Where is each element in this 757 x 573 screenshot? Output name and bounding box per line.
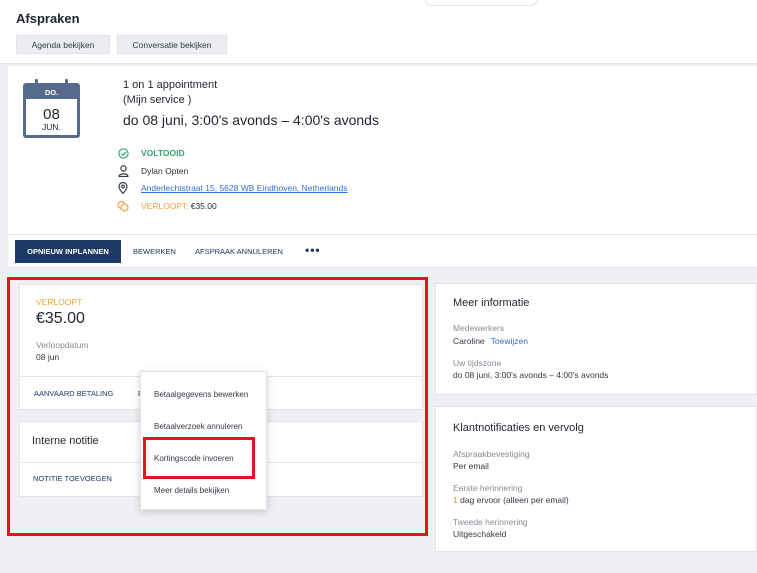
- first-reminder-value-row: 1 dag ervoor (alleen per email): [453, 495, 569, 505]
- menu-item-cancel-payment-request[interactable]: Betaalverzoek annuleren: [154, 422, 243, 431]
- first-reminder-value: dag ervoor (alleen per email): [457, 495, 569, 505]
- timezone-label: Uw tijdszone: [453, 358, 502, 368]
- edit-button[interactable]: BEWERKEN: [133, 247, 176, 256]
- second-reminder-label: Tweede herinnering: [453, 517, 528, 527]
- calendar-icon: DO. 08 JUN.: [23, 79, 80, 138]
- calendar-month: JUN.: [42, 122, 61, 132]
- more-info-card: Meer informatie Medewerkers Caroline Toew…: [435, 283, 757, 395]
- view-calendar-button[interactable]: Agenda bekijken: [16, 35, 110, 54]
- appointment-type: 1 on 1 appointment: [123, 79, 218, 91]
- confirmation-label: Afspraakbevestiging: [453, 449, 530, 459]
- menu-item-view-more-details[interactable]: Meer details bekijken: [154, 486, 229, 495]
- calendar-day: 08: [43, 106, 60, 123]
- cancel-appointment-button[interactable]: AFSPRAAK ANNULEREN: [195, 247, 283, 256]
- more-info-title: Meer informatie: [453, 297, 530, 309]
- assign-link[interactable]: Toewijzen: [491, 336, 528, 346]
- discount-code-highlight: [143, 437, 255, 479]
- staff-value-row: Caroline Toewijzen: [453, 336, 528, 346]
- status-row: VOLTOOID: [117, 146, 185, 160]
- top-bar: Afspraken Agenda bekijken Conversatie be…: [0, 0, 757, 64]
- address-link[interactable]: Anderlechtstraat 15, 5628 WB Eindhoven, …: [141, 183, 348, 193]
- appointment-datetime: do 08 juni, 3:00's avonds – 4:00's avond…: [123, 112, 379, 128]
- notifications-title: Klantnotificaties en vervolg: [453, 422, 584, 434]
- confirmation-value: Per email: [453, 461, 489, 471]
- staff-value: Caroline: [453, 336, 485, 346]
- address-row: Anderlechtstraat 15, 5628 WB Eindhoven, …: [117, 181, 348, 195]
- first-reminder-label: Eerste herinnering: [453, 483, 523, 493]
- payment-status-label: VERLOOPT:: [141, 201, 189, 211]
- view-conversation-button[interactable]: Conversatie bekijken: [117, 35, 227, 54]
- reschedule-button[interactable]: OPNIEUW INPLANNEN: [15, 240, 121, 263]
- status-badge: VOLTOOID: [141, 148, 185, 158]
- top-pill: [425, 0, 537, 6]
- staff-name: Dylan Opten: [141, 166, 189, 176]
- staff-label: Medewerkers: [453, 323, 505, 333]
- person-icon: [117, 165, 129, 177]
- coins-icon: [117, 200, 129, 212]
- calendar-weekday: DO.: [26, 86, 77, 99]
- page-title: Afspraken: [16, 11, 80, 26]
- more-actions-button[interactable]: •••: [305, 243, 321, 257]
- staff-row: Dylan Opten: [117, 164, 188, 178]
- menu-item-edit-payment[interactable]: Betaalgegevens bewerken: [154, 390, 248, 399]
- action-bar: OPNIEUW INPLANNEN BEWERKEN AFSPRAAK ANNU…: [8, 234, 757, 268]
- appointment-service: (Mijn service ): [123, 94, 192, 106]
- payment-amount: €35.00: [190, 201, 217, 211]
- check-circle-icon: [117, 147, 129, 159]
- payment-row: VERLOOPT: €35.00: [117, 199, 217, 213]
- timezone-value: do 08 juni, 3:00's avonds – 4:00's avond…: [453, 370, 609, 380]
- second-reminder-value: Uitgeschakeld: [453, 529, 507, 539]
- notifications-card: Klantnotificaties en vervolg Afspraakbev…: [435, 406, 757, 552]
- location-pin-icon: [117, 182, 129, 194]
